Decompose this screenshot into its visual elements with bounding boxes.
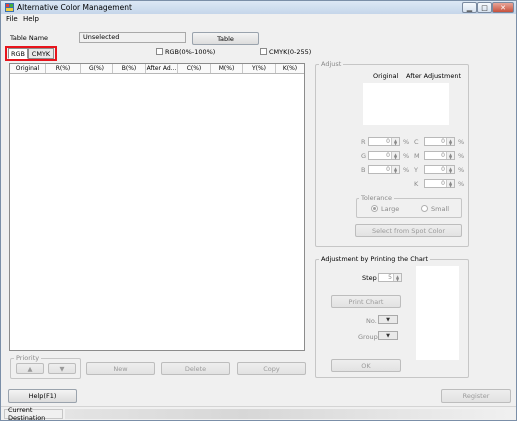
adjust-title: Adjust	[319, 60, 344, 68]
destination-value	[65, 409, 511, 419]
tolerance-title: Tolerance	[359, 194, 394, 202]
r-label: R	[361, 138, 366, 146]
column-header[interactable]: Original	[10, 64, 46, 73]
menu-bar: File Help	[1, 14, 516, 25]
close-button[interactable]: ✕	[492, 2, 514, 13]
y-label: Y	[414, 166, 418, 174]
priority-title: Priority	[14, 354, 42, 362]
column-header[interactable]: K(%)	[276, 64, 304, 73]
register-button[interactable]: Register	[441, 389, 511, 403]
tab-rgb[interactable]: RGB	[8, 48, 28, 59]
close-icon: ✕	[500, 3, 506, 12]
r-percent: %	[403, 138, 410, 146]
arrow-down-icon: ▼	[59, 364, 65, 373]
cmyk-range-label: CMYK(0-255)	[269, 48, 312, 56]
priority-up-button[interactable]: ▲	[16, 363, 44, 374]
large-label: Large	[381, 205, 400, 213]
step-label: Step	[362, 274, 377, 282]
step-spinner[interactable]: 5 ▲ ▼	[378, 273, 402, 282]
table-name-label: Table Name	[10, 34, 49, 42]
arrow-up-icon: ▲	[27, 364, 33, 373]
spinner-arrows-icon: ▲ ▼	[446, 180, 454, 187]
maximize-button[interactable]: □	[477, 2, 492, 13]
current-destination-label: Current Destination	[4, 406, 63, 421]
c-spinner[interactable]: 0 ▲ ▼	[424, 137, 455, 146]
color-preview	[363, 83, 449, 125]
column-header[interactable]: Y(%)	[243, 64, 276, 73]
rgb-range-checkbox[interactable]	[156, 48, 163, 55]
color-table-header: Original R(%) G(%) B(%) After Ad... C(%)…	[10, 64, 304, 74]
tab-cmyk[interactable]: CMYK	[28, 48, 54, 59]
r-spinner[interactable]: 0 ▲ ▼	[368, 137, 400, 146]
k-label: K	[414, 180, 419, 188]
window-title: Alternative Color Management	[17, 3, 132, 12]
column-header[interactable]: After Ad...	[146, 64, 178, 73]
table-name-field: Unselected	[79, 32, 186, 43]
table-button[interactable]: Table	[192, 32, 259, 45]
spinner-arrows-icon: ▲ ▼	[446, 166, 454, 173]
large-radio[interactable]	[371, 205, 378, 212]
c-percent: %	[458, 138, 465, 146]
new-button[interactable]: New	[86, 362, 155, 375]
small-label: Small	[431, 205, 450, 213]
after-adjustment-label: After Adjustment	[406, 72, 461, 80]
g-label: G	[361, 152, 367, 160]
rgb-range-label: RGB(0%-100%)	[165, 48, 216, 56]
b-spinner[interactable]: 0 ▲ ▼	[368, 165, 400, 174]
column-header[interactable]: B(%)	[113, 64, 146, 73]
ok-button[interactable]: OK	[331, 359, 401, 372]
priority-down-button[interactable]: ▼	[48, 363, 76, 374]
app-window: Alternative Color Management ▁ □ ✕ File …	[0, 0, 517, 421]
m-label: M	[414, 152, 420, 160]
c-label: C	[414, 138, 419, 146]
group-dropdown[interactable]: ▼	[378, 331, 398, 340]
spinner-arrows-icon: ▲ ▼	[391, 152, 399, 159]
spinner-arrows-icon: ▲ ▼	[393, 274, 401, 281]
title-bar: Alternative Color Management ▁ □ ✕	[1, 1, 516, 14]
menu-help[interactable]: Help	[23, 15, 39, 23]
m-percent: %	[458, 152, 465, 160]
b-label: B	[361, 166, 366, 174]
spinner-arrows-icon: ▲ ▼	[391, 166, 399, 173]
app-icon	[5, 3, 14, 12]
chevron-down-icon: ▼	[386, 316, 390, 323]
minimize-button[interactable]: ▁	[462, 2, 477, 13]
minimize-icon: ▁	[466, 3, 473, 12]
k-spinner[interactable]: 0 ▲ ▼	[424, 179, 455, 188]
print-chart-button[interactable]: Print Chart	[331, 295, 401, 308]
help-button[interactable]: Help(F1)	[8, 389, 77, 403]
spinner-arrows-icon: ▲ ▼	[446, 152, 454, 159]
select-spot-color-button[interactable]: Select from Spot Color	[355, 224, 462, 237]
copy-button[interactable]: Copy	[237, 362, 306, 375]
spinner-arrows-icon: ▲ ▼	[446, 138, 454, 145]
y-percent: %	[458, 166, 465, 174]
column-header[interactable]: G(%)	[81, 64, 113, 73]
y-spinner[interactable]: 0 ▲ ▼	[424, 165, 455, 174]
color-table[interactable]: Original R(%) G(%) B(%) After Ad... C(%)…	[9, 63, 305, 351]
b-percent: %	[403, 166, 410, 174]
group-label: Group	[358, 333, 378, 341]
delete-button[interactable]: Delete	[161, 362, 230, 375]
maximize-icon: □	[481, 3, 488, 12]
chart-title: Adjustment by Printing the Chart	[319, 255, 431, 263]
column-header[interactable]: M(%)	[211, 64, 243, 73]
column-header[interactable]: C(%)	[178, 64, 211, 73]
g-percent: %	[403, 152, 410, 160]
m-spinner[interactable]: 0 ▲ ▼	[424, 151, 455, 160]
chart-preview	[416, 266, 459, 360]
menu-file[interactable]: File	[6, 15, 18, 23]
no-dropdown[interactable]: ▼	[378, 315, 398, 324]
original-label: Original	[373, 72, 399, 80]
small-radio[interactable]	[421, 205, 428, 212]
chevron-down-icon: ▼	[386, 332, 390, 339]
no-label: No.	[366, 317, 377, 325]
g-spinner[interactable]: 0 ▲ ▼	[368, 151, 400, 160]
status-bar: Current Destination	[1, 406, 516, 421]
k-percent: %	[458, 180, 465, 188]
spinner-arrows-icon: ▲ ▼	[391, 138, 399, 145]
column-header[interactable]: R(%)	[46, 64, 81, 73]
cmyk-range-checkbox[interactable]	[260, 48, 267, 55]
